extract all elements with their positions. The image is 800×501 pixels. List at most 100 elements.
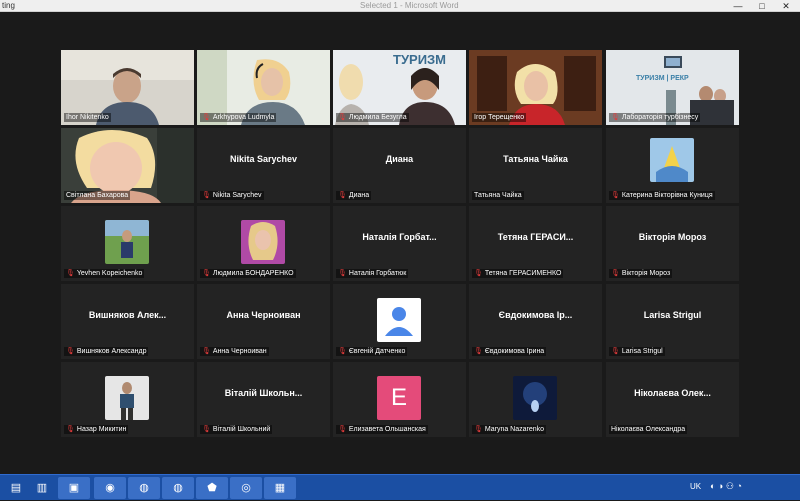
- participant-name-label: 🎙 Вікторія Мороз: [609, 269, 673, 278]
- participant-avatar: [105, 376, 149, 420]
- muted-mic-icon: 🎙: [338, 270, 347, 277]
- muted-mic-icon: 🎙: [202, 114, 211, 121]
- acrobat-icon[interactable]: ⬟: [196, 477, 228, 499]
- muted-mic-icon: 🎙: [66, 348, 75, 355]
- muted-mic-icon: 🎙: [474, 270, 483, 277]
- participant-display-name: Наталія Горбат...: [362, 232, 437, 242]
- window-titlebar: ting Selected 1 - Microsoft Word — □ ✕: [0, 0, 800, 12]
- participant-tile[interactable]: Тетяна ГЕРАСИ... 🎙 Тетяна ГЕРАСИМЕНКО: [469, 206, 602, 281]
- muted-mic-icon: 🎙: [202, 348, 211, 355]
- participant-name-label: 🎙 Наталія Горбатюк: [336, 269, 409, 278]
- participant-tile[interactable]: Світлана Бахарова: [61, 128, 194, 203]
- participant-tile[interactable]: Вікторія Мороз 🎙 Вікторія Мороз: [606, 206, 739, 281]
- participant-name-label: 🎙 Maryna Nazarenko: [472, 425, 547, 434]
- participant-display-name: Тетяна ГЕРАСИ...: [497, 232, 574, 242]
- participant-name-label: 🎙 Людмила БОНДАРЕНКО: [200, 269, 296, 278]
- participant-tile[interactable]: 🎙 Людмила БОНДАРЕНКО: [197, 206, 330, 281]
- muted-mic-icon: 🎙: [611, 192, 620, 199]
- muted-mic-icon: 🎙: [338, 348, 347, 355]
- participant-tile-active-speaker[interactable]: Ігор Терещенко: [469, 50, 602, 125]
- close-button[interactable]: ✕: [776, 0, 796, 12]
- participant-display-name: Nikita Sarychev: [229, 154, 298, 164]
- participant-tile[interactable]: 🎙 Катерина Вікторівна Куниця: [606, 128, 739, 203]
- save-disk-icon[interactable]: ▣: [58, 477, 90, 499]
- participant-tile[interactable]: 🎙 Yevhen Kopeichenko: [61, 206, 194, 281]
- participant-display-name: Ніколаєва Олек...: [634, 388, 711, 398]
- participant-tile[interactable]: 🎙 Назар Микитин: [61, 362, 194, 437]
- participant-tile[interactable]: Nikita Sarychev 🎙 Nikita Sarychev: [197, 128, 330, 203]
- participant-display-name: Вишняков Алек...: [88, 310, 167, 320]
- participant-tile[interactable]: Наталія Горбат... 🎙 Наталія Горбатюк: [333, 206, 466, 281]
- participant-tile[interactable]: 🎙 Євгеній Датченко: [333, 284, 466, 359]
- participant-display-name: Татьяна Чайка: [503, 154, 568, 164]
- participant-name-label: 🎙 Віталій Школьний: [200, 425, 273, 434]
- zoom-icon[interactable]: ◎: [230, 477, 262, 499]
- participant-tile[interactable]: Анна Черноиван 🎙 Анна Черноиван: [197, 284, 330, 359]
- participant-avatar: [105, 220, 149, 264]
- svg-text:ТУРИЗМ | РЕКР: ТУРИЗМ | РЕКР: [636, 75, 689, 82]
- participant-display-name: Євдокимова Ір...: [498, 310, 573, 320]
- participant-name-label: 🎙 Назар Микитин: [64, 425, 129, 434]
- language-indicator[interactable]: UK: [690, 482, 701, 491]
- participant-tile[interactable]: Віталій Школьн... 🎙 Віталій Школьний: [197, 362, 330, 437]
- participant-name-label: Світлана Бахарова: [64, 191, 131, 200]
- participant-avatar: [241, 220, 285, 264]
- participant-tile[interactable]: Диана 🎙 Диана: [333, 128, 466, 203]
- minimize-button[interactable]: —: [728, 0, 748, 12]
- participant-name-label: Татьяна Чайка: [472, 191, 524, 200]
- participant-name-label: Ніколаєва Олександра: [609, 425, 688, 434]
- muted-mic-icon: 🎙: [611, 270, 620, 277]
- maximize-button[interactable]: □: [752, 0, 772, 12]
- muted-mic-icon: 🎙: [474, 426, 483, 433]
- gallery-view: Ihor Nikitenko 🎙 Arkhypova Ludmyla ТУРИЗМ…: [0, 12, 800, 474]
- participant-tile[interactable]: Татьяна Чайка Татьяна Чайка: [469, 128, 602, 203]
- participant-display-name: Larisa Strigul: [643, 310, 702, 320]
- participant-name-label: Ihor Nikitenko: [64, 113, 111, 122]
- participant-name-label: 🎙 Катерина Вікторівна Куниця: [609, 191, 715, 200]
- participant-name-label: 🎙 Тетяна ГЕРАСИМЕНКО: [472, 269, 564, 278]
- tray-icons[interactable]: ◐ ◑ ⚇ ◔: [710, 481, 742, 492]
- participant-letter-avatar: E: [377, 376, 421, 420]
- muted-mic-icon: 🎙: [202, 426, 211, 433]
- participant-display-name: Анна Черноиван: [226, 310, 301, 320]
- participant-name-label: 🎙 Вишняков Александр: [64, 347, 149, 356]
- muted-mic-icon: 🎙: [611, 348, 620, 355]
- participant-display-name: Диана: [385, 154, 414, 164]
- muted-mic-icon: 🎙: [202, 192, 211, 199]
- muted-mic-icon: 🎙: [474, 348, 483, 355]
- participant-tile[interactable]: 🎙 Arkhypova Ludmyla: [197, 50, 330, 125]
- participant-tile[interactable]: Larisa Strigul 🎙 Larisa Strigul: [606, 284, 739, 359]
- participant-tile[interactable]: Ніколаєва Олек... Ніколаєва Олександра: [606, 362, 739, 437]
- participant-name-label: 🎙 Yevhen Kopeichenko: [64, 269, 145, 278]
- participant-name-label: 🎙 Людмила Безугла: [336, 113, 409, 122]
- participant-name-label: 🎙 Елизавета Ольшанская: [336, 425, 428, 434]
- muted-mic-icon: 🎙: [338, 426, 347, 433]
- default-avatar-icon: [377, 298, 421, 342]
- participant-name-label: 🎙 Nikita Sarychev: [200, 191, 264, 200]
- participant-tile[interactable]: E 🎙 Елизавета Ольшанская: [333, 362, 466, 437]
- participant-name-label: 🎙 Larisa Strigul: [609, 347, 665, 356]
- muted-mic-icon: 🎙: [202, 270, 211, 277]
- system-tray: UK ◐ ◑ ⚇ ◔: [690, 475, 800, 501]
- participant-tile[interactable]: Вишняков Алек... 🎙 Вишняков Александр: [61, 284, 194, 359]
- notepad-icon[interactable]: ▥: [26, 477, 58, 499]
- windows-taskbar: ▤ ▥ ▣ ◉ ◍ ◍ ⬟ ◎ ▦ UK ◐ ◑ ⚇ ◔: [0, 474, 800, 500]
- chrome-icon[interactable]: ◍: [162, 477, 194, 499]
- participant-name-label: 🎙 Євдокимова Ірина: [472, 347, 547, 356]
- participant-tile[interactable]: ТУРИЗМ 🎙 Людмила Безугла: [333, 50, 466, 125]
- participant-tile[interactable]: 🎙 Maryna Nazarenko: [469, 362, 602, 437]
- muted-mic-icon: 🎙: [338, 114, 347, 121]
- word-icon[interactable]: ▦: [264, 477, 296, 499]
- participant-name-label: 🎙 Анна Черноиван: [200, 347, 269, 356]
- participant-name-label: 🎙 Євгеній Датченко: [336, 347, 408, 356]
- participant-tile[interactable]: Євдокимова Ір... 🎙 Євдокимова Ірина: [469, 284, 602, 359]
- participant-tile[interactable]: ТУРИЗМ | РЕКР 🎙 Лабораторія турбізнесу: [606, 50, 739, 125]
- participant-avatar: [513, 376, 557, 420]
- edge-icon[interactable]: ◉: [94, 477, 126, 499]
- muted-mic-icon: 🎙: [611, 114, 620, 121]
- window-title: ting: [2, 1, 15, 10]
- svg-text:ТУРИЗМ: ТУРИЗМ: [393, 52, 446, 67]
- participant-avatar: [650, 138, 694, 182]
- chrome-icon[interactable]: ◍: [128, 477, 160, 499]
- participant-tile[interactable]: Ihor Nikitenko: [61, 50, 194, 125]
